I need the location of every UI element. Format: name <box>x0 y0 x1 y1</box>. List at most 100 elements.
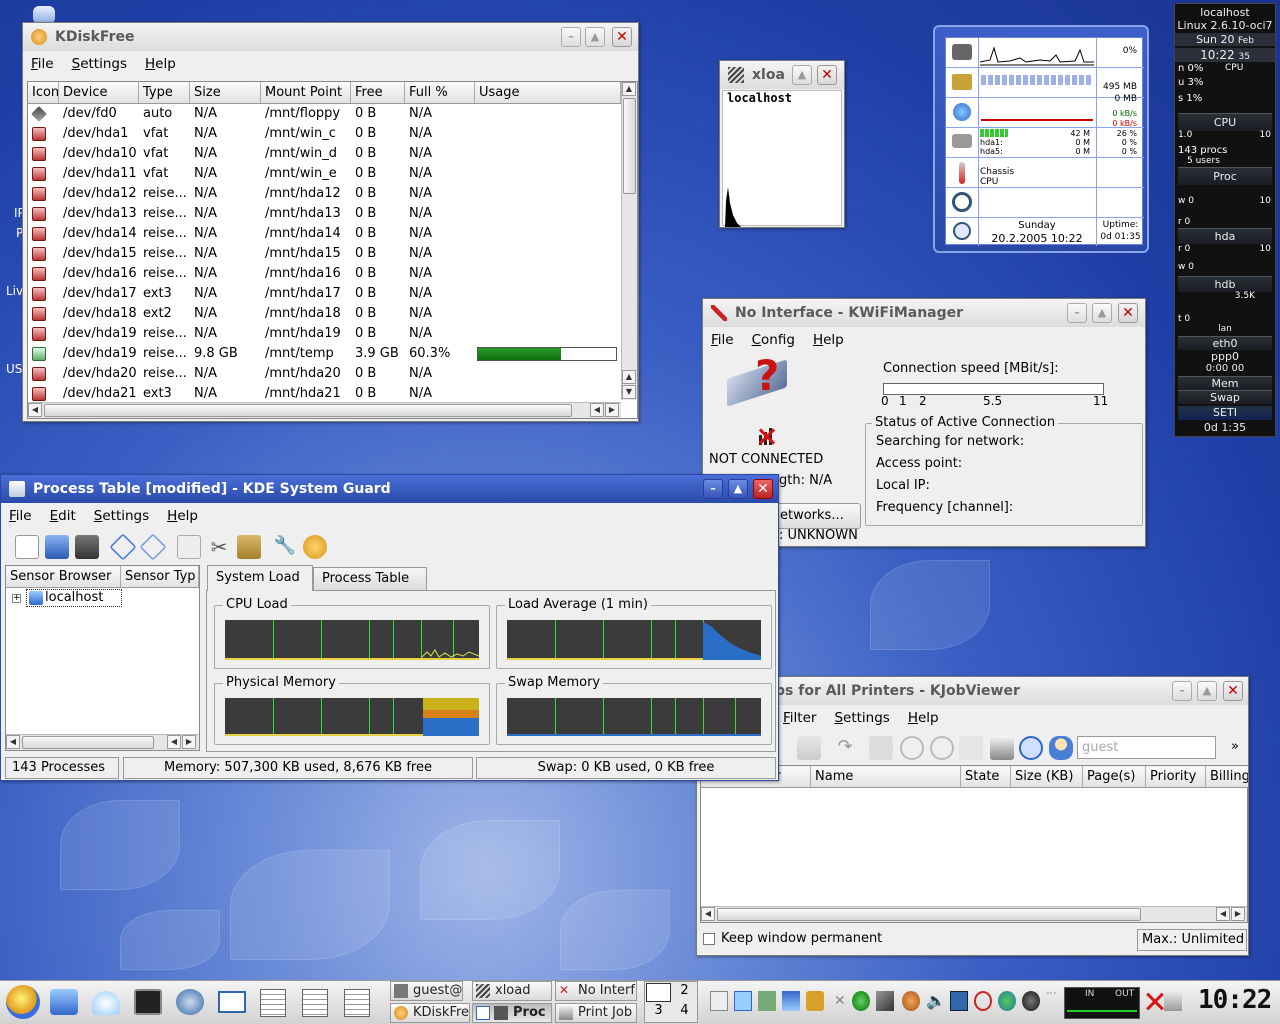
xload-titlebar[interactable]: xloa ▲ ✕ <box>720 61 844 89</box>
tray-battery-icon[interactable] <box>758 991 776 1011</box>
hscroll-thumb[interactable] <box>717 908 1141 921</box>
menu-filter[interactable]: Filter <box>783 710 816 726</box>
disk-row[interactable]: /dev/hda21 ext3 N/A/mnt/hda21 0 B N/A <box>28 384 621 404</box>
col-state[interactable]: State <box>961 766 1011 787</box>
tray-firewall-icon[interactable] <box>902 991 920 1011</box>
col-size[interactable]: Size <box>190 82 261 103</box>
kwifi-titlebar[interactable]: No Interface - KWiFiManager – ▲ ✕ <box>703 299 1145 327</box>
close-button[interactable]: ✕ <box>1118 303 1138 323</box>
task-kjobviewer[interactable]: Print Job <box>555 1003 637 1023</box>
col-sensor-browser[interactable]: Sensor Browser <box>6 566 121 587</box>
col-mount[interactable]: Mount Point <box>261 82 351 103</box>
menu-settings[interactable]: Settings <box>94 508 149 524</box>
disk-vscrollbar[interactable]: ▲ ▲ ▼ <box>621 82 637 400</box>
task-kdiskfree[interactable]: KDiskFre <box>390 1003 470 1023</box>
minimize-button[interactable]: – <box>1172 681 1192 701</box>
pager-desktop-4[interactable]: 4 <box>672 1003 697 1022</box>
task-ksysguard[interactable]: Proc <box>472 1003 552 1023</box>
office-document-icon[interactable] <box>260 989 286 1017</box>
igloo-icon[interactable] <box>92 991 120 1015</box>
scroll-left-arrow[interactable]: ◀ <box>590 403 604 417</box>
hscroll-thumb[interactable] <box>22 736 154 749</box>
col-free[interactable]: Free <box>351 82 405 103</box>
tray-wifi-disconnected-icon[interactable] <box>1144 991 1166 1013</box>
toolbar-overflow-icon[interactable]: » <box>1231 739 1239 754</box>
maximize-button[interactable]: ▲ <box>792 65 812 85</box>
disconnect-host-icon[interactable] <box>139 533 167 561</box>
task-xload[interactable]: xload <box>472 981 552 1001</box>
scroll-thumb[interactable] <box>623 98 636 194</box>
scroll-right-arrow[interactable]: ▶ <box>182 735 196 749</box>
menu-settings[interactable]: Settings <box>834 710 889 726</box>
tray-close-icon[interactable]: ✕ <box>834 993 848 1009</box>
menu-config[interactable]: Config <box>752 332 795 348</box>
disk-row[interactable]: /dev/hda16 reise... N/A/mnt/hda16 0 B N/A <box>28 264 621 284</box>
printer-select-icon[interactable] <box>990 736 1014 760</box>
minimize-button[interactable]: – <box>703 479 723 499</box>
disk-row[interactable]: /dev/hda1 vfat N/A/mnt/win_c 0 B N/A <box>28 124 621 144</box>
user-filter-input[interactable]: guest <box>1077 736 1216 759</box>
menu-help[interactable]: Help <box>167 508 198 524</box>
terminal-icon[interactable] <box>134 989 162 1015</box>
disk-row[interactable]: /dev/hda11 vfat N/A/mnt/win_e 0 B N/A <box>28 164 621 184</box>
minimize-button[interactable]: – <box>1067 303 1087 323</box>
menu-file[interactable]: File <box>711 332 734 348</box>
col-size[interactable]: Size (KB) <box>1011 766 1083 787</box>
disk-row[interactable]: /dev/hda19 reise... N/A/mnt/hda19 0 B N/A <box>28 324 621 344</box>
disk-row[interactable]: /dev/fd0 auto N/A/mnt/floppy 0 B N/A <box>28 104 621 124</box>
pager-desktop-1[interactable] <box>646 983 671 1002</box>
task-kwifi[interactable]: ✕ No Interf <box>555 981 637 1001</box>
maximize-button[interactable]: ▲ <box>728 479 748 499</box>
open-folder-icon[interactable] <box>45 535 69 559</box>
scroll-left-arrow[interactable]: ◀ <box>701 907 715 921</box>
maximize-button[interactable]: ▲ <box>1092 303 1112 323</box>
menu-help[interactable]: Help <box>813 332 844 348</box>
disk-row[interactable]: /dev/hda12 reise... N/A/mnt/hda12 0 B N/A <box>28 184 621 204</box>
panel-clock[interactable]: 10:22 <box>1198 985 1276 1021</box>
tab-system-load[interactable]: System Load <box>207 565 313 591</box>
maximize-button[interactable]: ▲ <box>1197 681 1217 701</box>
close-button[interactable]: ✕ <box>1223 681 1243 701</box>
col-type[interactable]: Type <box>139 82 190 103</box>
pager-desktop-2[interactable]: 2 <box>672 983 697 1002</box>
tree-expand-icon[interactable]: + <box>12 594 21 603</box>
kjobviewer-titlebar[interactable]: bs for All Printers - KJobViewer – ▲ ✕ <box>697 677 1248 705</box>
minimize-button[interactable]: – <box>561 27 581 47</box>
disk-hscrollbar[interactable]: ◀ ◀ ▶ <box>28 402 621 418</box>
tray-klipper-icon[interactable] <box>710 991 728 1011</box>
jobs-hscrollbar[interactable]: ◀ ◀ ▶ <box>701 906 1247 922</box>
color-palette-icon[interactable] <box>303 535 327 559</box>
tray-alarm-icon[interactable] <box>974 991 992 1011</box>
col-usage[interactable]: Usage <box>475 82 621 103</box>
disk-row[interactable]: /dev/hda15 reise... N/A/mnt/hda15 0 B N/A <box>28 244 621 264</box>
tray-package-icon[interactable] <box>806 991 824 1011</box>
down-icon[interactable] <box>930 736 954 760</box>
keep-window-checkbox[interactable] <box>703 933 715 945</box>
disk-row[interactable]: /dev/hda10 vfat N/A/mnt/win_d 0 B N/A <box>28 144 621 164</box>
disk-row[interactable]: /dev/hda13 reise... N/A/mnt/hda13 0 B N/A <box>28 204 621 224</box>
scan-networks-button[interactable]: etworks... <box>771 503 861 529</box>
tray-printer-icon[interactable] <box>782 991 800 1011</box>
ksysguard-titlebar[interactable]: Process Table [modified] - KDE System Gu… <box>1 475 778 503</box>
connect-host-icon[interactable] <box>109 533 137 561</box>
clipboard-icon[interactable] <box>869 736 893 760</box>
clock-icon[interactable] <box>1019 736 1043 760</box>
user-icon[interactable] <box>1049 736 1073 760</box>
col-pages[interactable]: Page(s) <box>1083 766 1146 787</box>
redo-icon[interactable]: ↷ <box>833 736 857 760</box>
col-billing[interactable]: Billing <box>1206 766 1248 787</box>
tray-colors-icon[interactable] <box>998 991 1016 1011</box>
tray-volume-icon[interactable]: 🔈 <box>926 991 946 1011</box>
tray-printer-icon[interactable] <box>1164 991 1182 1011</box>
office-presentation-icon[interactable] <box>344 989 370 1017</box>
disk-row[interactable]: /dev/hda17 ext3 N/A/mnt/hda17 0 B N/A <box>28 284 621 304</box>
pager-desktop-3[interactable]: 3 <box>646 1003 671 1022</box>
scroll-down-arrow[interactable]: ▼ <box>622 385 636 399</box>
close-button[interactable]: ✕ <box>817 65 837 85</box>
kdiskfree-titlebar[interactable]: KDiskFree – ▲ ✕ <box>23 23 638 51</box>
mail-icon[interactable] <box>218 991 246 1013</box>
maximize-button[interactable]: ▲ <box>585 27 605 47</box>
close-button[interactable]: ✕ <box>612 27 632 47</box>
scroll-up-arrow[interactable]: ▲ <box>622 82 636 96</box>
sensor-hscrollbar[interactable]: ◀ ◀ ▶ <box>6 734 199 750</box>
